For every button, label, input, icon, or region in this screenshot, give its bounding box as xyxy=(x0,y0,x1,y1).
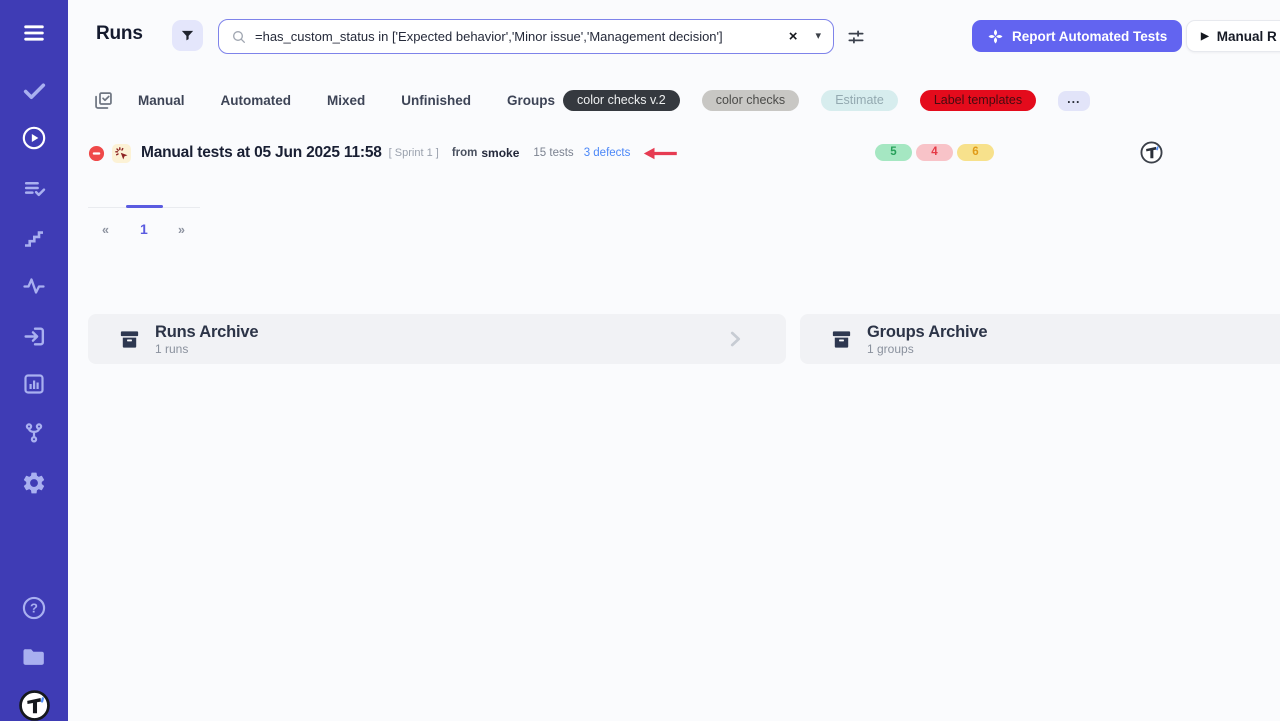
report-automated-tests-label: Report Automated Tests xyxy=(1012,29,1167,44)
analytics-chart-icon[interactable] xyxy=(0,372,68,396)
tags-more-button[interactable]: ... xyxy=(1058,91,1089,111)
chevron-right-icon[interactable] xyxy=(724,328,746,355)
run-status-badges: 5 4 6 xyxy=(875,144,994,161)
play-triangle-icon: ▶ xyxy=(1201,31,1209,42)
projects-folder-icon[interactable] xyxy=(0,643,68,670)
runs-play-icon[interactable] xyxy=(0,125,68,151)
pagination-active-indicator xyxy=(126,205,163,208)
stopped-status-icon xyxy=(88,145,105,162)
manual-run-type-icon xyxy=(112,144,131,163)
tag-pill[interactable]: Label templates xyxy=(920,90,1036,111)
run-type-tabs: Manual Automated Mixed Unfinished Groups xyxy=(138,93,555,108)
tab-manual[interactable]: Manual xyxy=(138,93,185,108)
archive-card-subtitle: 1 groups xyxy=(867,342,987,356)
tag-pill[interactable]: color checks xyxy=(702,90,799,111)
menu-icon[interactable] xyxy=(0,20,68,46)
run-sprint-label: [ Sprint 1 ] xyxy=(389,147,439,159)
milestones-steps-icon[interactable] xyxy=(0,226,68,250)
search-icon xyxy=(231,29,247,45)
passed-count-badge: 5 xyxy=(875,144,912,161)
report-automated-tests-button[interactable]: Report Automated Tests xyxy=(972,20,1182,52)
pagination-next-button[interactable]: » xyxy=(178,223,185,237)
archive-card-subtitle: 1 runs xyxy=(155,342,258,356)
misspelled-word: behavior xyxy=(456,29,506,44)
tab-groups[interactable]: Groups xyxy=(507,93,555,108)
run-tests-count: 15 tests xyxy=(533,147,573,159)
failed-count-badge: 4 xyxy=(916,144,953,161)
tab-unfinished[interactable]: Unfinished xyxy=(401,93,471,108)
tab-automated[interactable]: Automated xyxy=(221,93,292,108)
archive-box-icon xyxy=(830,328,853,351)
tag-filters: color checks v.2 color checks Estimate L… xyxy=(563,90,1090,111)
search-query: =has_custom_status in ['Expected behavio… xyxy=(255,29,723,44)
run-title-link[interactable]: Manual tests at 05 Jun 2025 11:58 xyxy=(141,144,382,162)
page-title: Runs xyxy=(96,23,143,45)
help-icon[interactable]: ? xyxy=(0,595,68,621)
filter-button[interactable] xyxy=(172,20,203,51)
sidebar: ? xyxy=(0,0,68,721)
import-icon[interactable] xyxy=(0,324,68,349)
groups-archive-card[interactable]: Groups Archive 1 groups xyxy=(800,314,1280,364)
funnel-icon xyxy=(180,28,195,43)
other-count-badge: 6 xyxy=(957,144,994,161)
archive-card-title: Groups Archive xyxy=(867,323,987,341)
manual-run-label: Manual R xyxy=(1217,29,1277,44)
search-dropdown-caret-icon[interactable]: ▾ xyxy=(815,31,821,42)
run-source-link[interactable]: smoke xyxy=(481,146,519,160)
tag-pill[interactable]: Estimate xyxy=(821,90,898,111)
pagination-page-1[interactable]: 1 xyxy=(140,221,148,237)
pagination-prev-button[interactable]: « xyxy=(102,223,109,237)
automation-sparkle-icon xyxy=(987,28,1004,45)
tag-pill[interactable]: color checks v.2 xyxy=(563,90,680,111)
run-owner-avatar xyxy=(1140,141,1163,164)
archive-box-icon xyxy=(118,328,141,351)
search-settings-icon[interactable] xyxy=(844,25,868,49)
app-logo[interactable] xyxy=(0,690,68,721)
run-from-label: from xyxy=(452,147,478,159)
select-all-icon[interactable] xyxy=(93,90,114,116)
branches-icon[interactable] xyxy=(0,421,68,445)
activity-pulse-icon[interactable] xyxy=(0,274,68,298)
clear-search-icon[interactable]: × xyxy=(789,29,798,44)
run-defects-link[interactable]: 3 defects xyxy=(584,147,631,159)
test-plans-list-icon[interactable] xyxy=(0,176,68,201)
tests-check-icon[interactable] xyxy=(0,78,68,103)
settings-gear-icon[interactable] xyxy=(0,470,68,496)
search-input[interactable]: =has_custom_status in ['Expected behavio… xyxy=(218,19,834,54)
manual-run-button[interactable]: ▶ Manual R xyxy=(1186,20,1280,52)
archive-card-title: Runs Archive xyxy=(155,323,258,341)
help-glyph: ? xyxy=(30,601,38,616)
annotation-arrow-left-icon xyxy=(642,147,680,160)
run-row[interactable]: Manual tests at 05 Jun 2025 11:58 [ Spri… xyxy=(88,138,680,168)
runs-archive-card[interactable]: Runs Archive 1 runs xyxy=(88,314,786,364)
tab-mixed[interactable]: Mixed xyxy=(327,93,365,108)
